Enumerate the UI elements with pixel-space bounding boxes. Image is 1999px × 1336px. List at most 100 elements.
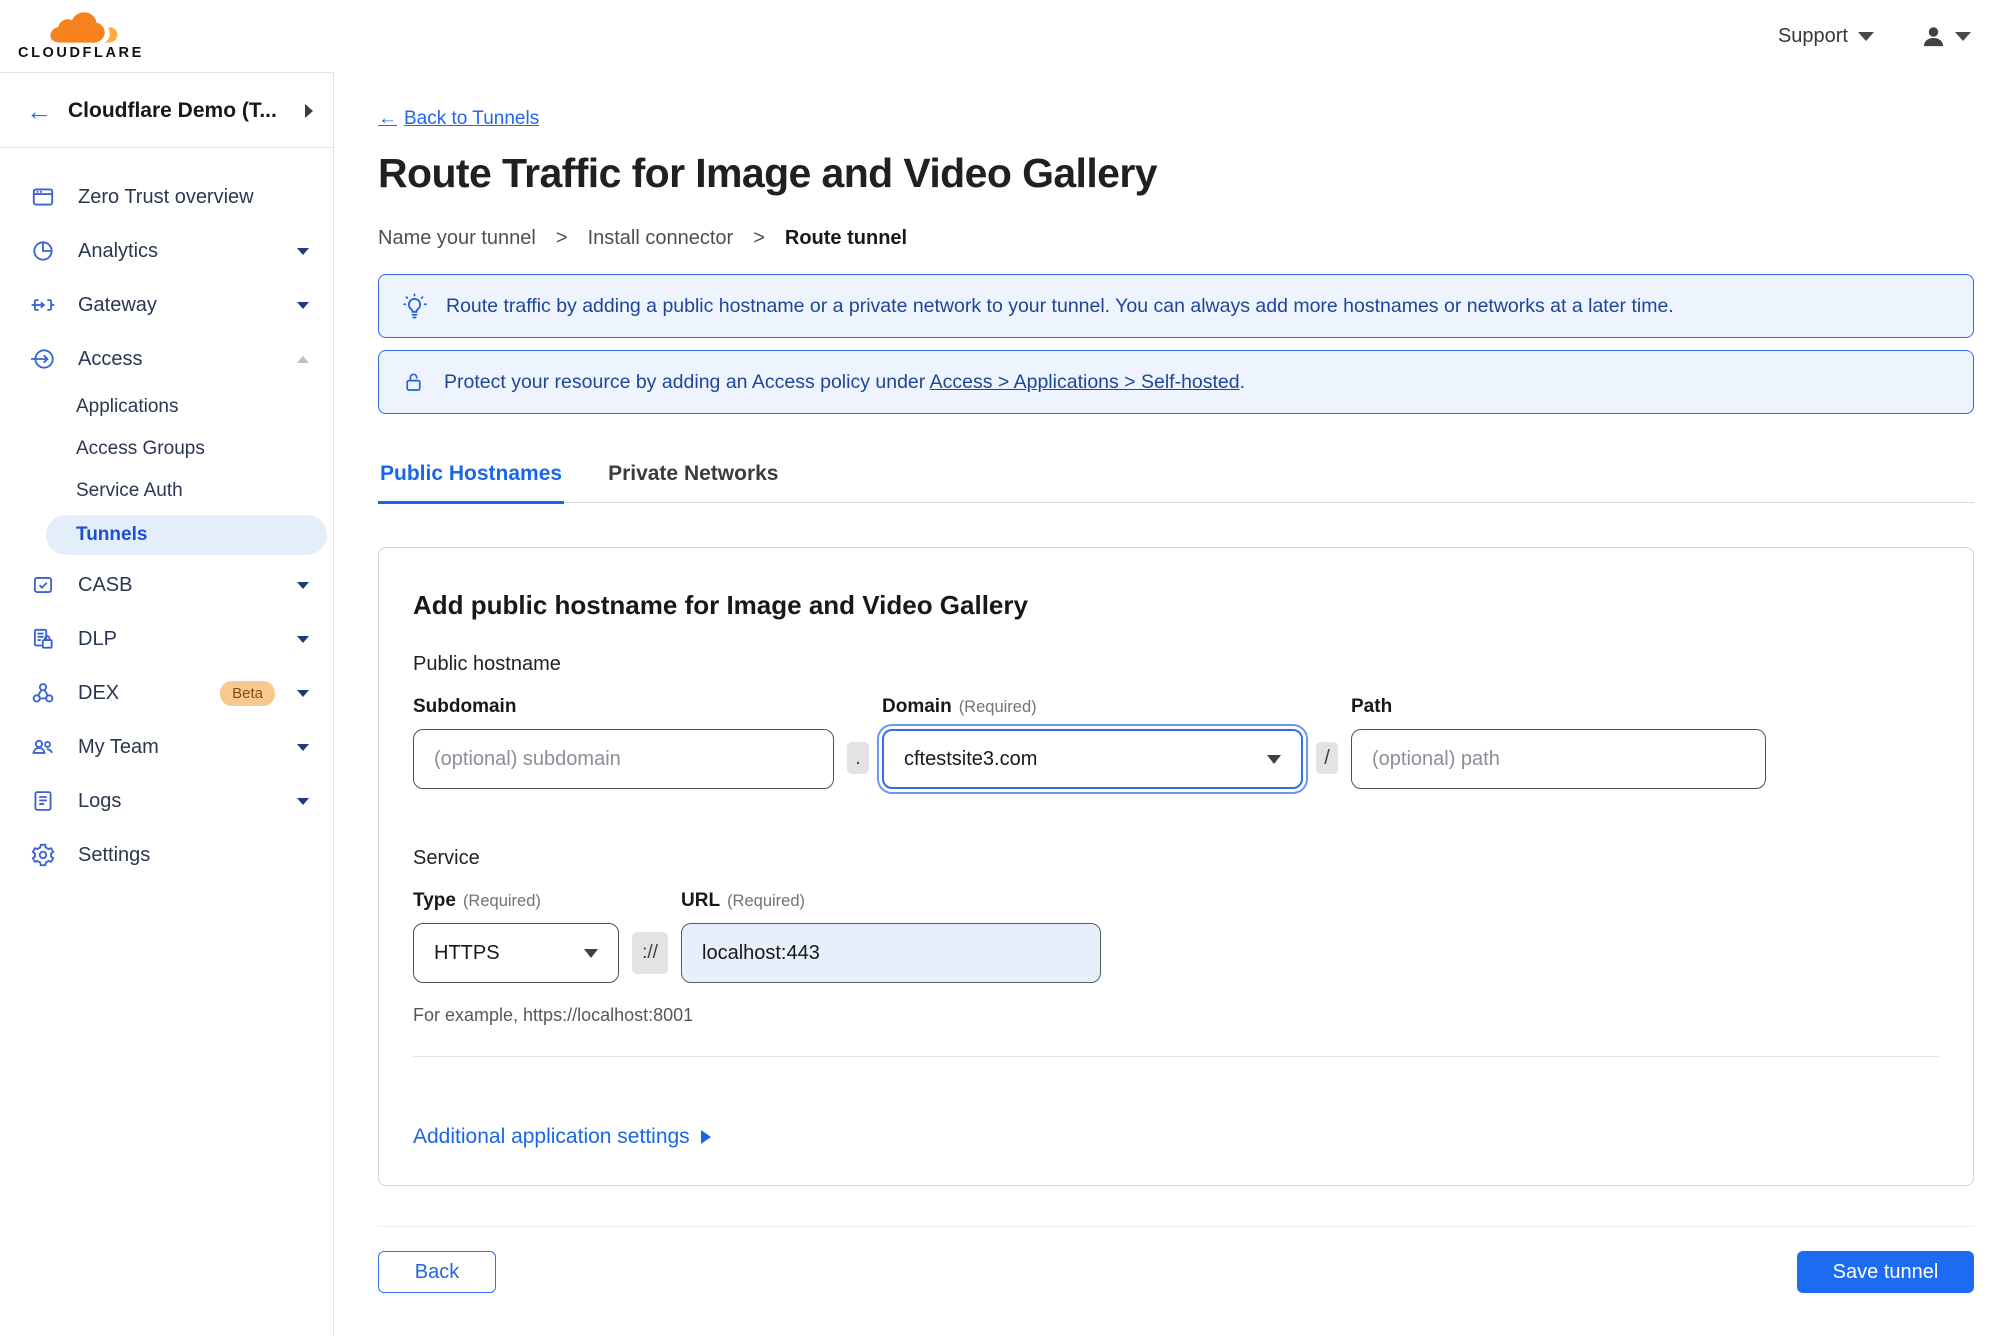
domain-label: Domain (Required) bbox=[882, 696, 1303, 718]
type-field-group: Type (Required) HTTPS bbox=[413, 890, 619, 983]
subdomain-input[interactable] bbox=[413, 729, 834, 789]
analytics-icon bbox=[33, 241, 53, 261]
support-menu[interactable]: Support bbox=[1778, 25, 1874, 48]
service-field-row: Type (Required) HTTPS :// URL (Required) bbox=[413, 890, 1939, 983]
service-label: Service bbox=[413, 847, 480, 869]
sidebar-item-tunnels[interactable]: Tunnels bbox=[46, 515, 327, 555]
sidebar-item-dex[interactable]: DEX Beta bbox=[0, 666, 333, 720]
beta-badge: Beta bbox=[220, 680, 275, 706]
sidebar-item-label: Access bbox=[78, 347, 143, 370]
subdomain-label: Subdomain bbox=[413, 696, 517, 717]
stepper: Name your tunnel > Install connector > R… bbox=[378, 227, 1974, 250]
footer-actions: Back Save tunnel bbox=[378, 1251, 1974, 1293]
casb-icon bbox=[33, 577, 53, 593]
sidebar-item-casb[interactable]: CASB bbox=[0, 558, 333, 612]
step-separator: > bbox=[753, 227, 765, 249]
required-note: (Required) bbox=[958, 698, 1037, 716]
dot-separator: . bbox=[847, 742, 869, 774]
public-hostname-label: Public hostname bbox=[413, 653, 561, 675]
path-field-group: Path bbox=[1351, 696, 1766, 789]
url-input[interactable] bbox=[681, 923, 1101, 983]
chevron-down-icon bbox=[297, 581, 309, 589]
sidebar-item-settings[interactable]: Settings bbox=[0, 828, 333, 882]
domain-field-group: Domain (Required) cftestsite3.com bbox=[882, 696, 1303, 789]
save-tunnel-button[interactable]: Save tunnel bbox=[1797, 1251, 1974, 1293]
chevron-down-icon bbox=[297, 797, 309, 805]
access-icon bbox=[31, 349, 54, 369]
cloudflare-cloud-icon bbox=[50, 12, 118, 43]
service-type-select[interactable]: HTTPS bbox=[413, 923, 619, 983]
chevron-down-icon bbox=[297, 635, 309, 643]
url-label: URL (Required) bbox=[681, 890, 1101, 912]
domain-select-value: cftestsite3.com bbox=[904, 747, 1038, 770]
footer-divider bbox=[378, 1226, 1974, 1227]
step-name-tunnel: Name your tunnel bbox=[378, 227, 536, 249]
back-to-tunnels-link[interactable]: ← Back to Tunnels bbox=[378, 108, 539, 130]
sidebar-collapse-icon[interactable] bbox=[305, 104, 313, 118]
info-banner-text: Route traffic by adding a public hostnam… bbox=[446, 294, 1674, 317]
sidebar-item-logs[interactable]: Logs bbox=[0, 774, 333, 828]
hostname-field-row: Subdomain . Domain (Required) cftestsite3… bbox=[413, 696, 1939, 789]
sidebar: ← Cloudflare Demo (T... Zero Trust overv… bbox=[0, 72, 334, 1336]
dex-icon bbox=[32, 683, 54, 703]
sidebar-item-dlp[interactable]: DLP bbox=[0, 612, 333, 666]
tab-bar: Public Hostnames Private Networks bbox=[378, 462, 1974, 504]
additional-settings-toggle[interactable]: Additional application settings bbox=[413, 1125, 711, 1149]
domain-label-text: Domain bbox=[882, 696, 952, 717]
subdomain-field-group: Subdomain bbox=[413, 696, 834, 789]
slash-separator: / bbox=[1316, 742, 1338, 774]
sidebar-item-access[interactable]: Access bbox=[0, 332, 333, 386]
back-button[interactable]: Back bbox=[378, 1251, 496, 1293]
url-field-group: URL (Required) bbox=[681, 890, 1101, 983]
type-label: Type (Required) bbox=[413, 890, 619, 912]
tab-public-hostnames[interactable]: Public Hostnames bbox=[378, 462, 565, 504]
sidebar-item-label: DLP bbox=[78, 627, 117, 650]
sidebar-item-analytics[interactable]: Analytics bbox=[0, 224, 333, 278]
sidebar-header: ← Cloudflare Demo (T... bbox=[0, 73, 333, 148]
sidebar-item-my-team[interactable]: My Team bbox=[0, 720, 333, 774]
domain-select[interactable]: cftestsite3.com bbox=[882, 729, 1303, 789]
info-banner: Route traffic by adding a public hostnam… bbox=[378, 274, 1974, 338]
card-divider bbox=[413, 1056, 1939, 1057]
cloudflare-logo[interactable]: CLOUDFLARE bbox=[18, 11, 144, 61]
sidebar-item-access-groups[interactable]: Access Groups bbox=[0, 428, 333, 470]
sidebar-back-arrow-icon[interactable]: ← bbox=[26, 98, 52, 124]
cloudflare-wordmark: CLOUDFLARE bbox=[18, 45, 144, 61]
gateway-icon bbox=[31, 299, 55, 311]
chevron-down-icon bbox=[297, 247, 309, 255]
additional-settings-label: Additional application settings bbox=[413, 1125, 690, 1148]
tab-private-networks[interactable]: Private Networks bbox=[606, 462, 780, 502]
chevron-down-icon bbox=[297, 743, 309, 751]
path-input[interactable] bbox=[1351, 729, 1766, 789]
sidebar-item-label: Settings bbox=[78, 843, 151, 866]
gear-icon bbox=[31, 843, 55, 867]
chevron-down-icon bbox=[584, 948, 598, 958]
url-label-text: URL bbox=[681, 890, 721, 911]
access-banner-suffix: . bbox=[1239, 370, 1246, 393]
user-menu[interactable] bbox=[1920, 23, 1971, 50]
sidebar-item-service-auth[interactable]: Service Auth bbox=[0, 470, 333, 512]
chevron-right-icon bbox=[700, 1130, 711, 1144]
sidebar-item-applications[interactable]: Applications bbox=[0, 386, 333, 428]
type-label-text: Type bbox=[413, 890, 456, 911]
overview-icon bbox=[32, 188, 54, 206]
access-applications-link[interactable]: Access > Applications > Self-hosted bbox=[930, 371, 1240, 393]
access-banner-text: Protect your resource by adding an Acces… bbox=[444, 371, 1245, 394]
chevron-down-icon bbox=[1955, 31, 1971, 41]
step-separator: > bbox=[555, 227, 568, 249]
required-note: (Required) bbox=[727, 892, 806, 910]
dlp-icon bbox=[33, 628, 53, 649]
sidebar-item-label: DEX bbox=[78, 681, 120, 704]
required-note: (Required) bbox=[462, 892, 541, 910]
main-content: ← Back to Tunnels Route Traffic for Imag… bbox=[334, 72, 1999, 1336]
step-route-tunnel: Route tunnel bbox=[784, 227, 908, 249]
chevron-down-icon bbox=[297, 301, 309, 309]
path-label: Path bbox=[1351, 696, 1393, 717]
chevron-down-icon bbox=[297, 689, 309, 697]
sidebar-item-label: Zero Trust overview bbox=[78, 185, 254, 208]
sidebar-item-label: Logs bbox=[78, 789, 122, 812]
lock-icon bbox=[406, 373, 421, 391]
sidebar-item-gateway[interactable]: Gateway bbox=[0, 278, 333, 332]
sidebar-item-zero-trust-overview[interactable]: Zero Trust overview bbox=[0, 170, 333, 224]
access-policy-banner: Protect your resource by adding an Acces… bbox=[378, 350, 1974, 414]
